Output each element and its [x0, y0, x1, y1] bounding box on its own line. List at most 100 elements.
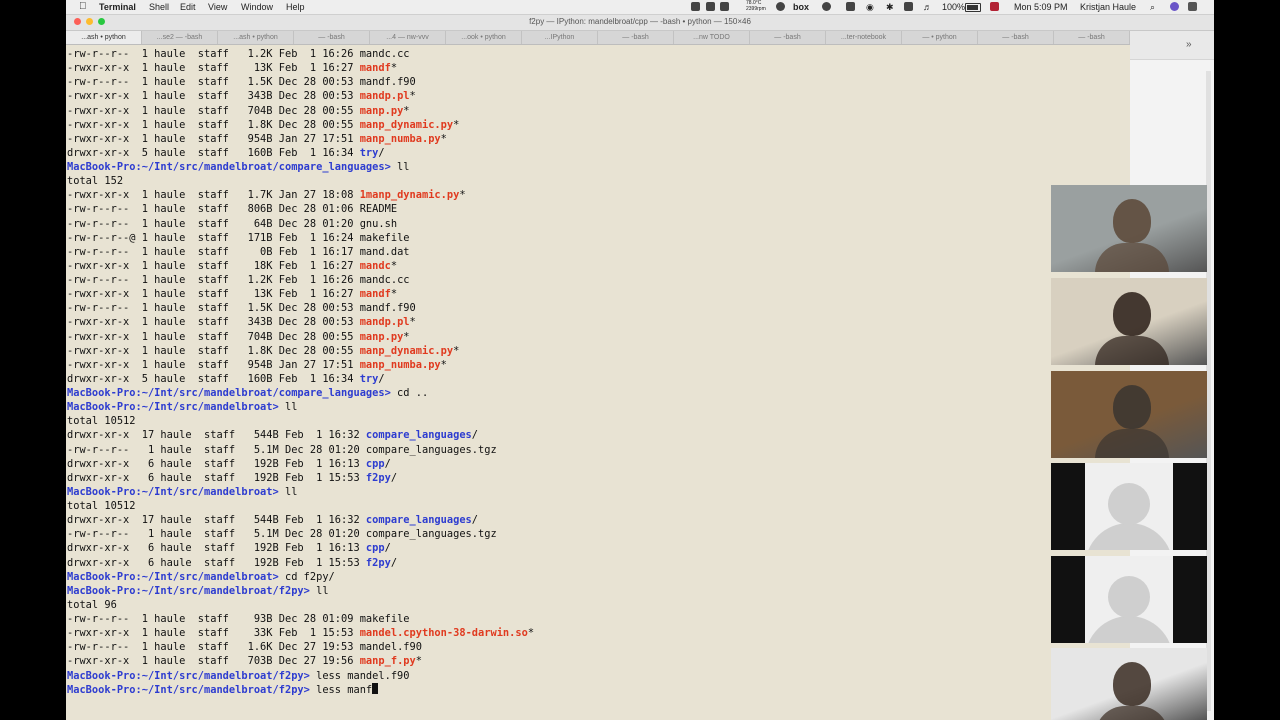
- executable-name: mandp.pl: [359, 316, 410, 329]
- keyboard-icon[interactable]: [846, 2, 855, 11]
- terminal-tab[interactable]: — -bash: [598, 31, 674, 44]
- participant-avatar-tile[interactable]: [1051, 556, 1207, 643]
- terminal-tab[interactable]: ...ter-notebook: [826, 31, 902, 44]
- box-icon[interactable]: box: [793, 2, 809, 12]
- notification-center-icon[interactable]: [1188, 2, 1197, 11]
- terminal-text: mandc.cc: [359, 48, 410, 60]
- terminal-text: mandel.f90: [359, 641, 422, 654]
- terminal-text: /: [378, 146, 385, 159]
- terminal-tab-bar: ...ash • python ...se2 — -bash ...ash • py…: [66, 31, 1130, 45]
- terminal-text: -rw-r--r-- 1 haule staff 1.6K Dec 27 19:…: [67, 641, 360, 654]
- terminal-text: gnu.sh: [359, 217, 398, 230]
- terminal-text: makefile: [359, 613, 410, 625]
- terminal-tab[interactable]: ...4 — nw-vvv: [370, 31, 446, 44]
- airplay-icon[interactable]: [904, 2, 913, 11]
- terminal-text: -rwxr-xr-x 1 haule staff 954B Jan 27 17:…: [67, 358, 360, 371]
- shell-prompt: MacBook-Pro:~/Int/src/mandelbroat/compar…: [67, 387, 391, 399]
- terminal-text: *: [459, 189, 466, 202]
- vpn-icon[interactable]: [776, 2, 785, 11]
- terminal-text: -rw-r--r-- 1 haule staff 1.5K Dec 28 00:…: [67, 76, 360, 89]
- terminal-tab[interactable]: — -bash: [1054, 31, 1130, 44]
- terminal-tab[interactable]: ...IPython: [522, 31, 598, 44]
- terminal-text: mandf.f90: [359, 76, 416, 89]
- terminal-line: -rw-r--r-- 1 haule staff 5.1M Dec 28 01:…: [67, 443, 534, 457]
- menu-window[interactable]: Window: [241, 2, 273, 12]
- time-machine-icon[interactable]: [822, 2, 831, 11]
- terminal-tab[interactable]: ...ash • python: [218, 31, 294, 44]
- participant-video-tile[interactable]: [1051, 648, 1207, 720]
- terminal-tab[interactable]: — -bash: [750, 31, 826, 44]
- siri-icon[interactable]: [1170, 2, 1179, 11]
- terminal-line: -rw-r--r-- 1 haule staff 806B Dec 28 01:…: [67, 202, 534, 216]
- terminal-text: total 10512: [67, 500, 136, 512]
- user-name[interactable]: Kristjan Haule: [1080, 2, 1136, 12]
- terminal-line: -rw-r--r-- 1 haule staff 1.5K Dec 28 00:…: [67, 75, 534, 89]
- terminal-tab[interactable]: — -bash: [978, 31, 1054, 44]
- terminal-text: *: [403, 330, 410, 343]
- participant-shoulders: [1095, 429, 1169, 458]
- terminal-text: drwxr-xr-x 6 haule staff 192B Feb 1 16:1…: [67, 542, 366, 555]
- terminal-text: -rwxr-xr-x 1 haule staff 703B Dec 27 19:…: [67, 655, 360, 668]
- terminal-text: *: [409, 316, 416, 329]
- terminal-tab[interactable]: — -bash: [294, 31, 370, 44]
- script-icon[interactable]: [706, 2, 715, 11]
- terminal-text: /: [471, 514, 479, 527]
- terminal-text: -rwxr-xr-x 1 haule staff 954B Jan 27 17:…: [67, 132, 360, 145]
- chevron-right-icon[interactable]: »: [1186, 39, 1192, 50]
- terminal-tab[interactable]: — • python: [902, 31, 978, 44]
- terminal-tab[interactable]: ...nw TODO: [674, 31, 750, 44]
- participant-figure: [1113, 199, 1151, 243]
- terminal-line: MacBook-Pro:~/Int/src/mandelbroat/compar…: [67, 386, 534, 400]
- participant-video-tile[interactable]: [1051, 185, 1207, 272]
- menu-shell[interactable]: Shell: [149, 2, 169, 12]
- flag-icon[interactable]: [990, 2, 999, 11]
- terminal-text: ll: [278, 401, 298, 414]
- terminal-text: drwxr-xr-x 6 haule staff 192B Feb 1 15:5…: [67, 471, 366, 484]
- shell-prompt: MacBook-Pro:~/Int/src/mandelbroat/f2py>: [67, 669, 310, 682]
- directory-name: cpp: [365, 457, 385, 470]
- terminal-text: *: [390, 259, 398, 272]
- avatar-head-icon: [1108, 483, 1150, 525]
- terminal-line: MacBook-Pro:~/Int/src/mandelbroat/f2py> …: [67, 682, 534, 697]
- menu-edit[interactable]: Edit: [180, 2, 196, 12]
- calendar-icon[interactable]: [720, 2, 729, 11]
- terminal-tab[interactable]: ...ook • python: [446, 31, 522, 44]
- terminal-tab[interactable]: ...ash • python: [66, 31, 142, 44]
- terminal-text: -rw-r--r-- 1 haule staff 0B Feb 1 16:17: [67, 245, 360, 258]
- volume-icon[interactable]: ♬: [923, 2, 932, 12]
- menu-view[interactable]: View: [208, 2, 227, 12]
- participant-avatar-tile[interactable]: [1051, 463, 1207, 550]
- spotlight-search-icon[interactable]: ⌕: [1150, 2, 1155, 13]
- terminal-text: drwxr-xr-x 6 haule staff 192B Feb 1 15:5…: [67, 556, 366, 569]
- menu-help[interactable]: Help: [286, 2, 305, 12]
- terminal-output[interactable]: -rw-r--r-- 1 haule staff 1.2K Feb 1 16:2…: [66, 45, 1130, 706]
- shell-prompt: MacBook-Pro:~/Int/src/mandelbroat>: [67, 485, 279, 498]
- terminal-title-bar[interactable]: f2py — IPython: mandelbroat/cpp — -bash …: [66, 15, 1214, 31]
- shell-prompt: MacBook-Pro:~/Int/src/mandelbroat/f2py>: [67, 683, 310, 696]
- participant-video-tile[interactable]: [1051, 278, 1207, 365]
- clock[interactable]: Mon 5:09 PM: [1014, 2, 1068, 12]
- terminal-text: /: [390, 556, 398, 569]
- executable-name: mandp.pl: [359, 90, 410, 103]
- terminal-line: MacBook-Pro:~/Int/src/mandelbroat> ll: [67, 485, 534, 499]
- terminal-text: *: [440, 132, 447, 145]
- terminal-text: -rw-r--r--@ 1 haule staff 171B Feb 1 16:…: [67, 231, 360, 244]
- terminal-line: -rwxr-xr-x 1 haule staff 343B Dec 28 00:…: [67, 315, 534, 329]
- terminal-text: -rwxr-xr-x 1 haule staff 704B Dec 28 00:…: [67, 104, 360, 117]
- dropbox-icon[interactable]: [691, 2, 700, 11]
- terminal-tab[interactable]: ...se2 — -bash: [142, 31, 218, 44]
- terminal-line: drwxr-xr-x 5 haule staff 160B Feb 1 16:3…: [67, 146, 534, 160]
- terminal-text: total 96: [67, 598, 117, 611]
- terminal-line: -rwxr-xr-x 1 haule staff 954B Jan 27 17:…: [67, 358, 534, 372]
- executable-name: mandf: [359, 62, 391, 75]
- shell-prompt: MacBook-Pro:~/Int/src/mandelbroat>: [67, 401, 279, 414]
- participant-video-tile[interactable]: [1051, 371, 1207, 458]
- battery-icon[interactable]: [965, 3, 981, 12]
- terminal-text: /: [390, 471, 398, 484]
- app-menu[interactable]: Terminal: [99, 2, 136, 12]
- wifi-icon[interactable]: ◉: [866, 2, 874, 13]
- bluetooth-icon[interactable]: ✱: [886, 2, 894, 13]
- terminal-text: -rw-r--r-- 1 haule staff 93B Dec 28 01:0…: [67, 613, 360, 625]
- terminal-line: total 10512: [67, 499, 534, 513]
- apple-menu-icon[interactable]: : [79, 1, 87, 12]
